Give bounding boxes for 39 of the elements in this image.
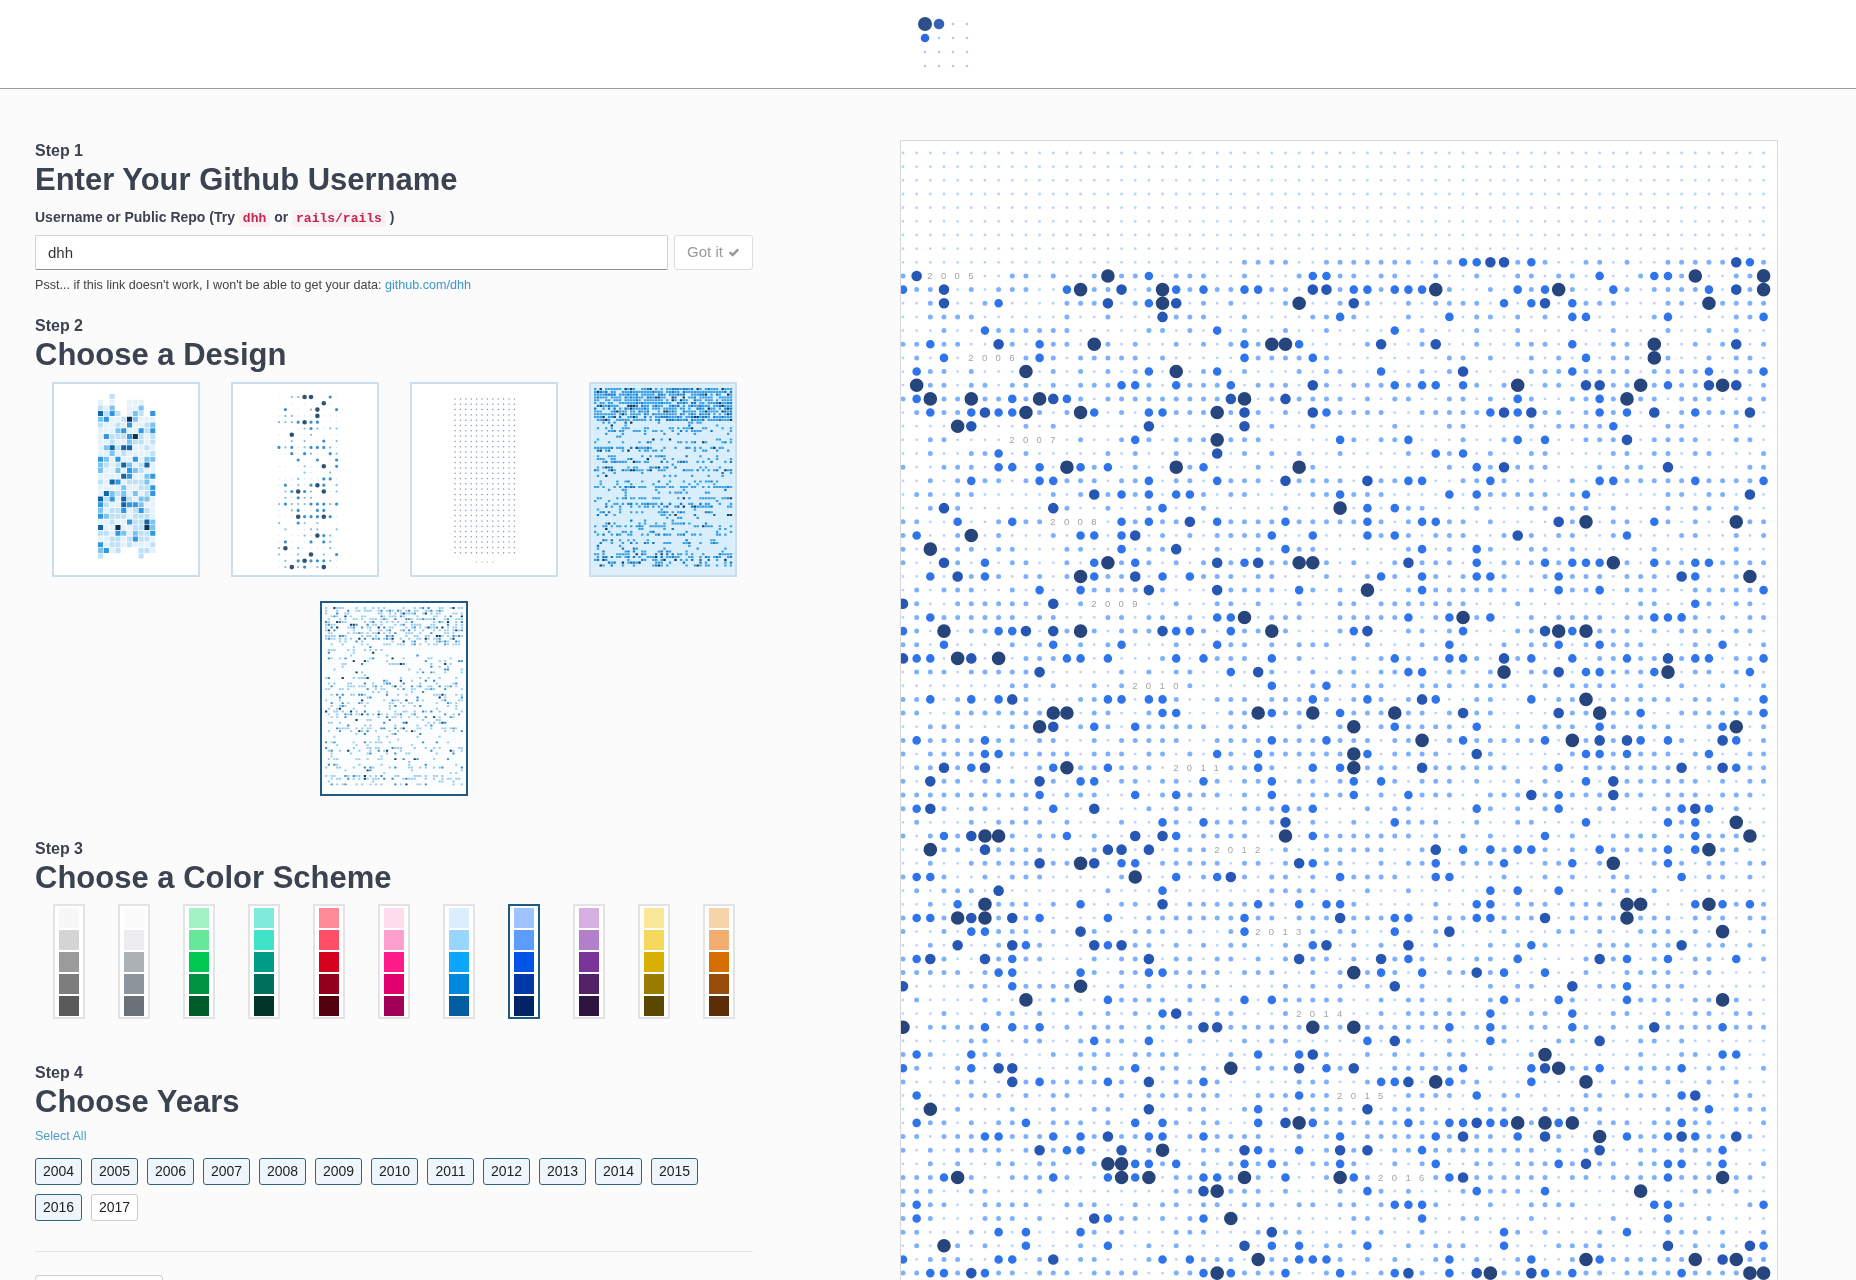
year-toggle[interactable]: 2012 [483, 1158, 530, 1185]
year-toggle[interactable]: 2008 [259, 1158, 306, 1185]
year-label: 2010 [1132, 680, 1187, 692]
year-toggle[interactable]: 2010 [371, 1158, 418, 1185]
year-toggle[interactable]: 2009 [315, 1158, 362, 1185]
year-label: 2008 [1050, 516, 1105, 528]
year-label: 2015 [1337, 1089, 1392, 1101]
year-toggle[interactable]: 2016 [35, 1194, 82, 1221]
year-toggle[interactable]: 2017 [91, 1194, 138, 1221]
year-toggle[interactable]: 2011 [427, 1158, 474, 1185]
step-heading: Choose a Color Scheme [35, 860, 393, 896]
step-heading: Choose a Design [35, 337, 288, 373]
year-toggle[interactable]: 2007 [203, 1158, 250, 1185]
step-label: Step 4 [35, 1063, 84, 1083]
step-heading: Enter Your Github Username [35, 162, 459, 198]
color-scheme-option[interactable] [508, 904, 540, 1019]
year-toggle[interactable]: 2015 [651, 1158, 698, 1185]
year-toggle[interactable]: 2005 [91, 1158, 138, 1185]
year-toggle[interactable]: 2014 [595, 1158, 642, 1185]
hint-text: Psst... if this link doesn't work, I won't be able to get your data: github.com/dhh [35, 277, 473, 293]
year-label: 2006 [968, 352, 1023, 364]
step-heading: Choose Years [35, 1084, 241, 1120]
year-label: 2005 [927, 270, 982, 282]
year-toggle[interactable]: 2004 [35, 1158, 82, 1185]
year-label: 2012 [1214, 844, 1269, 856]
year-toggle[interactable]: 2013 [539, 1158, 586, 1185]
step-label: Step 3 [35, 839, 84, 859]
username-label: Username or Public Repo (Try dhh or rails/rails ) [35, 208, 396, 229]
check-icon [727, 247, 740, 258]
username-field[interactable]: dhh [35, 235, 668, 270]
year-label: 2009 [1091, 598, 1146, 610]
step-label: Step 2 [35, 316, 84, 336]
year-label: 2016 [1378, 1171, 1433, 1183]
year-toggle[interactable]: 2006 [147, 1158, 194, 1185]
year-label: 2007 [1009, 434, 1064, 446]
year-label: 2011 [1173, 762, 1228, 774]
step-label: Step 1 [35, 141, 84, 161]
year-label: 2013 [1255, 926, 1310, 937]
year-label: 2014 [1296, 1008, 1351, 1019]
